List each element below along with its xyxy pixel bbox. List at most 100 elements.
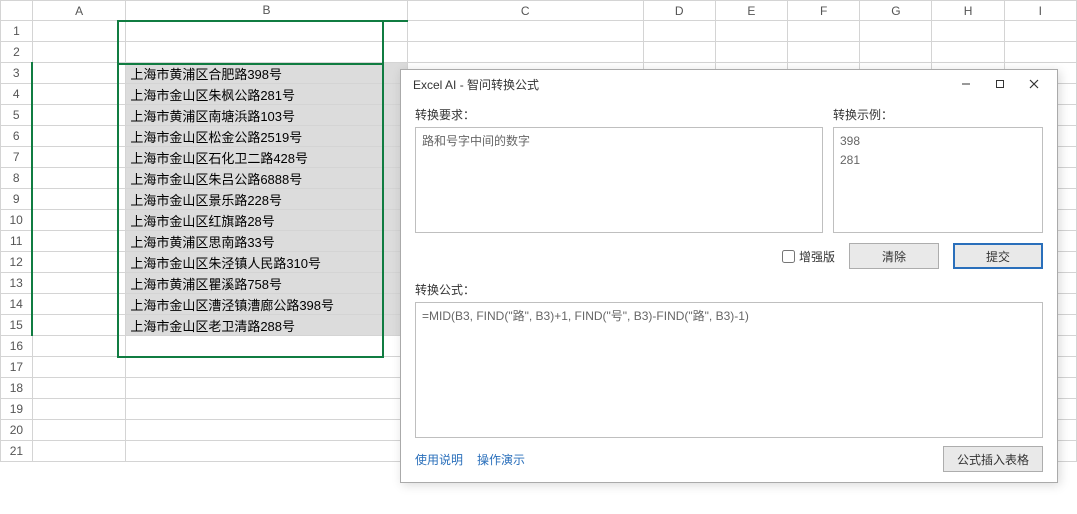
col-header-D[interactable]: D — [643, 1, 715, 21]
row-header-4[interactable]: 4 — [1, 84, 33, 105]
clear-button[interactable]: 清除 — [849, 243, 939, 269]
row-header-3[interactable]: 3 — [1, 63, 33, 84]
col-header-H[interactable]: H — [932, 1, 1004, 21]
cell-B1[interactable] — [126, 21, 407, 42]
cell-A15[interactable] — [32, 315, 125, 336]
col-header-B[interactable]: B — [126, 1, 407, 21]
cell-B9[interactable]: 上海市金山区景乐路228号 — [126, 189, 407, 210]
row-header-7[interactable]: 7 — [1, 147, 33, 168]
row-header-11[interactable]: 11 — [1, 231, 33, 252]
cell-A2[interactable] — [32, 42, 125, 63]
cell-B8[interactable]: 上海市金山区朱吕公路6888号 — [126, 168, 407, 189]
cell-A10[interactable] — [32, 210, 125, 231]
maximize-button[interactable] — [983, 73, 1017, 95]
row-header-1[interactable]: 1 — [1, 21, 33, 42]
cell-B19[interactable] — [126, 399, 407, 420]
excel-ai-dialog[interactable]: Excel AI - 智问转换公式 转换要求： 转换示例： — [400, 69, 1058, 483]
cell-B6[interactable]: 上海市金山区松金公路2519号 — [126, 126, 407, 147]
row-header-19[interactable]: 19 — [1, 399, 33, 420]
col-header-G[interactable]: G — [860, 1, 932, 21]
cell-B7[interactable]: 上海市金山区石化卫二路428号 — [126, 147, 407, 168]
row-header-17[interactable]: 17 — [1, 357, 33, 378]
cell-A13[interactable] — [32, 273, 125, 294]
cell-A4[interactable] — [32, 84, 125, 105]
row-header-20[interactable]: 20 — [1, 420, 33, 441]
formula-textarea[interactable] — [415, 302, 1043, 438]
row-header-13[interactable]: 13 — [1, 273, 33, 294]
enhanced-checkbox[interactable] — [782, 250, 795, 263]
cell-F2[interactable] — [788, 42, 860, 63]
row-header-2[interactable]: 2 — [1, 42, 33, 63]
cell-C1[interactable] — [407, 21, 643, 42]
row-header-5[interactable]: 5 — [1, 105, 33, 126]
dialog-titlebar[interactable]: Excel AI - 智问转换公式 — [401, 70, 1057, 98]
cell-A6[interactable] — [32, 126, 125, 147]
cell-B4[interactable]: 上海市金山区朱枫公路281号 — [126, 84, 407, 105]
col-header-A[interactable]: A — [32, 1, 125, 21]
cell-B20[interactable] — [126, 420, 407, 441]
cell-B21[interactable] — [126, 441, 407, 462]
close-button[interactable] — [1017, 73, 1051, 95]
cell-B14[interactable]: 上海市金山区漕泾镇漕廊公路398号 — [126, 294, 407, 315]
cell-A1[interactable] — [32, 21, 125, 42]
cell-E1[interactable] — [715, 21, 787, 42]
cell-B10[interactable]: 上海市金山区红旗路28号 — [126, 210, 407, 231]
cell-A19[interactable] — [32, 399, 125, 420]
cell-C2[interactable] — [407, 42, 643, 63]
cell-A11[interactable] — [32, 231, 125, 252]
cell-B3[interactable]: 上海市黄浦区合肥路398号 — [126, 63, 407, 84]
demo-link[interactable]: 操作演示 — [477, 451, 525, 468]
col-header-I[interactable]: I — [1004, 1, 1076, 21]
cell-A20[interactable] — [32, 420, 125, 441]
row-header-16[interactable]: 16 — [1, 336, 33, 357]
col-header-F[interactable]: F — [788, 1, 860, 21]
cell-B5[interactable]: 上海市黄浦区南塘浜路103号 — [126, 105, 407, 126]
col-header-C[interactable]: C — [407, 1, 643, 21]
row-header-14[interactable]: 14 — [1, 294, 33, 315]
minimize-button[interactable] — [949, 73, 983, 95]
cell-H2[interactable] — [932, 42, 1004, 63]
cell-A3[interactable] — [32, 63, 125, 84]
cell-B2[interactable] — [126, 42, 407, 63]
row-header-10[interactable]: 10 — [1, 210, 33, 231]
cell-B12[interactable]: 上海市金山区朱泾镇人民路310号 — [126, 252, 407, 273]
cell-B18[interactable] — [126, 378, 407, 399]
row-header-12[interactable]: 12 — [1, 252, 33, 273]
cell-A21[interactable] — [32, 441, 125, 462]
cell-A18[interactable] — [32, 378, 125, 399]
insert-formula-button[interactable]: 公式插入表格 — [943, 446, 1043, 472]
row-header-18[interactable]: 18 — [1, 378, 33, 399]
cell-B15[interactable]: 上海市金山区老卫清路288号 — [126, 315, 407, 336]
cell-A17[interactable] — [32, 357, 125, 378]
example-textarea[interactable] — [833, 127, 1043, 233]
cell-A7[interactable] — [32, 147, 125, 168]
request-textarea[interactable] — [415, 127, 823, 233]
cell-A8[interactable] — [32, 168, 125, 189]
enhanced-checkbox-label[interactable]: 增强版 — [782, 248, 835, 265]
cell-E2[interactable] — [715, 42, 787, 63]
row-header-21[interactable]: 21 — [1, 441, 33, 462]
cell-A16[interactable] — [32, 336, 125, 357]
cell-A9[interactable] — [32, 189, 125, 210]
cell-I1[interactable] — [1004, 21, 1076, 42]
corner-cell[interactable] — [1, 1, 33, 21]
cell-A14[interactable] — [32, 294, 125, 315]
cell-A5[interactable] — [32, 105, 125, 126]
cell-D2[interactable] — [643, 42, 715, 63]
row-header-15[interactable]: 15 — [1, 315, 33, 336]
cell-D1[interactable] — [643, 21, 715, 42]
cell-B17[interactable] — [126, 357, 407, 378]
cell-A12[interactable] — [32, 252, 125, 273]
cell-I2[interactable] — [1004, 42, 1076, 63]
cell-G2[interactable] — [860, 42, 932, 63]
row-header-9[interactable]: 9 — [1, 189, 33, 210]
cell-G1[interactable] — [860, 21, 932, 42]
cell-B16[interactable] — [126, 336, 407, 357]
cell-B11[interactable]: 上海市黄浦区思南路33号 — [126, 231, 407, 252]
col-header-E[interactable]: E — [715, 1, 787, 21]
cell-H1[interactable] — [932, 21, 1004, 42]
row-header-6[interactable]: 6 — [1, 126, 33, 147]
submit-button[interactable]: 提交 — [953, 243, 1043, 269]
row-header-8[interactable]: 8 — [1, 168, 33, 189]
cell-B13[interactable]: 上海市黄浦区瞿溪路758号 — [126, 273, 407, 294]
